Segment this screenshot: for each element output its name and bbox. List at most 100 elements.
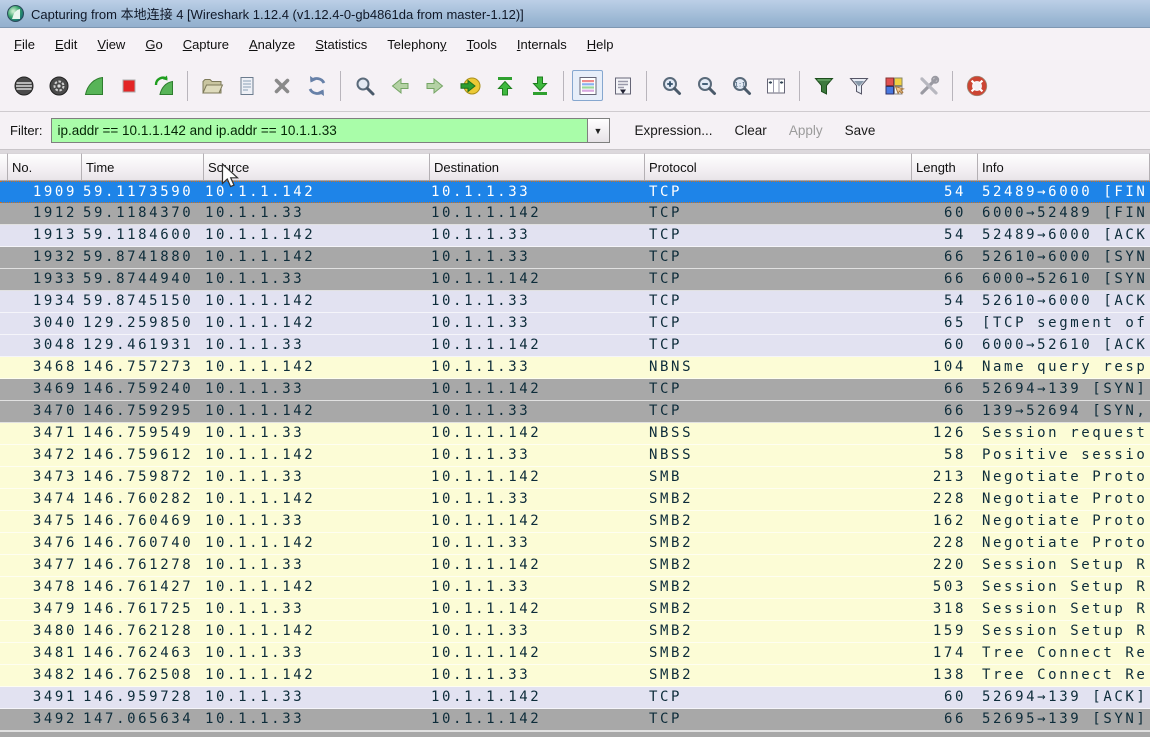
packet-row-3470[interactable]: 3470 146.759295 10.1.1.142 10.1.1.33 TCP 66 13… xyxy=(0,401,1150,423)
colorize-button[interactable] xyxy=(572,70,603,101)
capture-restart-icon xyxy=(154,75,173,95)
column-header-time[interactable]: Time xyxy=(82,153,204,180)
column-header-no[interactable]: No. xyxy=(8,153,82,180)
column-header-source[interactable]: Source xyxy=(204,153,430,180)
menu-tools[interactable]: Tools xyxy=(457,31,507,58)
toolbar-separator xyxy=(952,70,953,101)
menu-telephony[interactable]: Telephony xyxy=(377,31,456,58)
packet-row-3473[interactable]: 3473 146.759872 10.1.1.33 10.1.1.142 SMB 213 N… xyxy=(0,467,1150,489)
packet-row-1913[interactable]: 1913 59.1184600 10.1.1.142 10.1.1.33 TCP 54 52… xyxy=(0,225,1150,247)
find-packet-icon xyxy=(356,77,374,95)
packet-row-3048[interactable]: 3048 129.461931 10.1.1.33 10.1.1.142 TCP 60 60… xyxy=(0,335,1150,357)
apply-button[interactable]: Apply xyxy=(778,118,834,143)
packet-row-3469[interactable]: 3469 146.759240 10.1.1.33 10.1.1.142 TCP 66 52… xyxy=(0,379,1150,401)
cell-time: 129.461931 xyxy=(83,337,194,353)
packet-row-3040[interactable]: 3040 129.259850 10.1.1.142 10.1.1.33 TCP 65 [T… xyxy=(0,313,1150,335)
cell-protocol: SMB2 xyxy=(649,513,694,529)
menu-capture[interactable]: Capture xyxy=(173,31,239,58)
toolbar-separator xyxy=(646,70,647,101)
capture-stop-button[interactable] xyxy=(113,70,144,101)
column-header-destination[interactable]: Destination xyxy=(430,153,645,180)
packet-row-3481[interactable]: 3481 146.762463 10.1.1.33 10.1.1.142 SMB2 174… xyxy=(0,643,1150,665)
menu-statistics[interactable]: Statistics xyxy=(305,31,377,58)
packet-row-3477[interactable]: 3477 146.761278 10.1.1.33 10.1.1.142 SMB2 220… xyxy=(0,555,1150,577)
cell-source: 10.1.1.33 xyxy=(205,601,305,617)
cell-protocol: TCP xyxy=(649,293,683,309)
go-back-button[interactable] xyxy=(384,70,415,101)
zoom-actual-button[interactable]: 1:1 xyxy=(725,70,756,101)
cell-time: 59.8744940 xyxy=(83,271,194,287)
menu-file[interactable]: File xyxy=(4,31,45,58)
auto-scroll-button[interactable] xyxy=(607,70,638,101)
packet-row-3475[interactable]: 3475 146.760469 10.1.1.33 10.1.1.142 SMB2 162… xyxy=(0,511,1150,533)
column-header-info[interactable]: Info xyxy=(978,153,1150,180)
file-open-button[interactable] xyxy=(196,70,227,101)
cell-info: 52694→139 [SYN] xyxy=(982,381,1148,397)
filter-buttons: Expression... Clear Apply Save xyxy=(624,118,887,143)
menu-analyze[interactable]: Analyze xyxy=(239,31,305,58)
packet-row-3474[interactable]: 3474 146.760282 10.1.1.142 10.1.1.33 SMB2 228… xyxy=(0,489,1150,511)
packet-row-3476[interactable]: 3476 146.760740 10.1.1.142 10.1.1.33 SMB2 228… xyxy=(0,533,1150,555)
menu-go[interactable]: Go xyxy=(135,31,172,58)
capture-options-button[interactable] xyxy=(43,70,74,101)
partial-packet-row[interactable] xyxy=(0,731,1150,737)
clear-button[interactable]: Clear xyxy=(724,118,778,143)
file-save-button[interactable] xyxy=(231,70,262,101)
cell-length: 66 xyxy=(943,381,966,397)
file-close-button[interactable] xyxy=(266,70,297,101)
interface-list-button[interactable] xyxy=(8,70,39,101)
zoom-out-icon xyxy=(697,76,716,95)
zoom-in-button[interactable] xyxy=(655,70,686,101)
filter-input[interactable] xyxy=(50,118,587,143)
packet-row-3472[interactable]: 3472 146.759612 10.1.1.142 10.1.1.33 NBSS 58 P… xyxy=(0,445,1150,467)
cell-time: 146.762508 xyxy=(83,667,194,683)
menu-help[interactable]: Help xyxy=(577,31,624,58)
packet-row-3491[interactable]: 3491 146.959728 10.1.1.33 10.1.1.142 TCP 60 52… xyxy=(0,687,1150,709)
packet-row-3471[interactable]: 3471 146.759549 10.1.1.33 10.1.1.142 NBSS 126… xyxy=(0,423,1150,445)
column-header-length[interactable]: Length xyxy=(912,153,978,180)
cell-destination: 10.1.1.33 xyxy=(431,491,531,507)
coloring-rules-button[interactable] xyxy=(878,70,909,101)
go-to-bottom-button[interactable] xyxy=(524,70,555,101)
menu-internals[interactable]: Internals xyxy=(507,31,577,58)
packet-row-3468[interactable]: 3468 146.757273 10.1.1.142 10.1.1.33 NBNS 104… xyxy=(0,357,1150,379)
cell-info: Session request xyxy=(982,425,1148,441)
column-header-protocol[interactable]: Protocol xyxy=(645,153,912,180)
reload-button[interactable] xyxy=(301,70,332,101)
cell-length: 228 xyxy=(932,491,966,507)
packet-row-1912[interactable]: 1912 59.1184370 10.1.1.33 10.1.1.142 TCP 60 60… xyxy=(0,203,1150,225)
packet-row-3479[interactable]: 3479 146.761725 10.1.1.33 10.1.1.142 SMB2 318… xyxy=(0,599,1150,621)
packet-row-3482[interactable]: 3482 146.762508 10.1.1.142 10.1.1.33 SMB2 138… xyxy=(0,665,1150,687)
go-to-packet-button[interactable] xyxy=(454,70,485,101)
display-filters-button[interactable] xyxy=(843,70,874,101)
go-to-top-button[interactable] xyxy=(489,70,520,101)
cell-no: 3475 xyxy=(32,513,77,529)
help-button[interactable] xyxy=(961,70,992,101)
zoom-out-button[interactable] xyxy=(690,70,721,101)
cell-source: 10.1.1.33 xyxy=(205,425,305,441)
go-forward-button[interactable] xyxy=(419,70,450,101)
menu-view[interactable]: View xyxy=(87,31,135,58)
capture-restart-button[interactable] xyxy=(148,70,179,101)
filter-dropdown-arrow-icon[interactable]: ▼ xyxy=(586,118,610,143)
packet-row-1932[interactable]: 1932 59.8741880 10.1.1.142 10.1.1.33 TCP 66 52… xyxy=(0,247,1150,269)
packet-row-1909[interactable]: 1909 59.1173590 10.1.1.142 10.1.1.33 TCP 54 52… xyxy=(0,181,1150,203)
packet-row-1933[interactable]: 1933 59.8744940 10.1.1.33 10.1.1.142 TCP 66 60… xyxy=(0,269,1150,291)
save-button[interactable]: Save xyxy=(834,118,887,143)
packet-row-3492[interactable]: 3492 147.065634 10.1.1.33 10.1.1.142 TCP 66 52… xyxy=(0,709,1150,731)
cell-no: 3471 xyxy=(32,425,77,441)
cell-source: 10.1.1.142 xyxy=(205,403,316,419)
expression-button[interactable]: Expression... xyxy=(624,118,724,143)
capture-filters-button[interactable] xyxy=(808,70,839,101)
capture-start-button[interactable] xyxy=(78,70,109,101)
packet-row-3478[interactable]: 3478 146.761427 10.1.1.142 10.1.1.33 SMB2 503… xyxy=(0,577,1150,599)
menu-edit[interactable]: Edit xyxy=(45,31,87,58)
packet-row-3480[interactable]: 3480 146.762128 10.1.1.142 10.1.1.33 SMB2 159… xyxy=(0,621,1150,643)
cell-info: [TCP segment of xyxy=(982,315,1148,331)
wireshark-logo-icon xyxy=(7,5,24,22)
packet-row-1934[interactable]: 1934 59.8745150 10.1.1.142 10.1.1.33 TCP 54 52… xyxy=(0,291,1150,313)
preferences-button[interactable] xyxy=(913,70,944,101)
cell-protocol: SMB2 xyxy=(649,601,694,617)
find-packet-button[interactable] xyxy=(349,70,380,101)
resize-columns-button[interactable] xyxy=(760,70,791,101)
